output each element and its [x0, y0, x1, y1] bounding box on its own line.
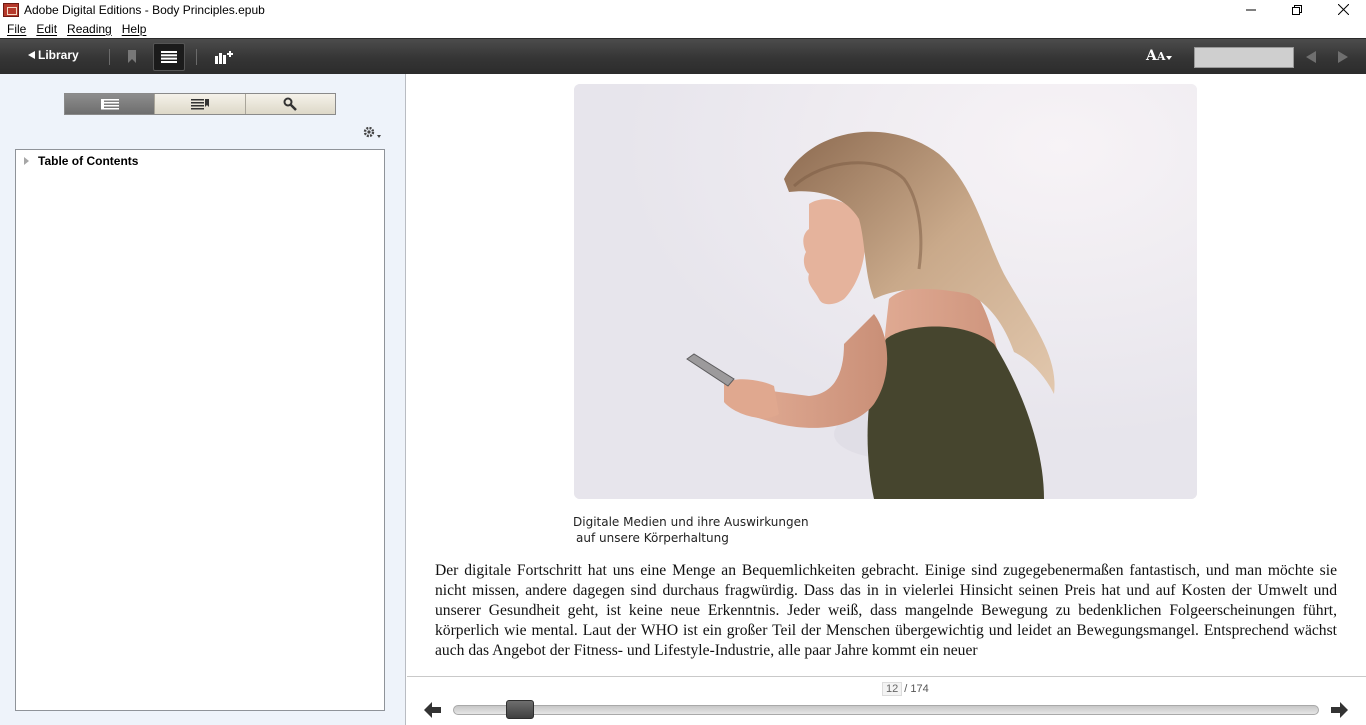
- menu-reading[interactable]: Reading: [62, 22, 117, 36]
- figure-caption: Digitale Medien und ihre Auswirkungen au…: [573, 514, 809, 546]
- page-slider-track[interactable]: [453, 705, 1319, 715]
- tab-bookmarks[interactable]: [155, 94, 246, 114]
- toc-list-icon: [100, 98, 119, 109]
- minimize-button[interactable]: [1228, 0, 1274, 19]
- tab-search[interactable]: [245, 94, 335, 114]
- toc-view-button[interactable]: [153, 43, 185, 71]
- library-label: Library: [38, 48, 79, 62]
- list-icon: [161, 51, 177, 63]
- search-icon: [283, 97, 298, 111]
- tab-table-of-contents[interactable]: [65, 94, 156, 114]
- bookmark-button[interactable]: [116, 43, 148, 71]
- restore-button[interactable]: [1274, 0, 1320, 19]
- previous-result-icon[interactable]: [1306, 51, 1316, 63]
- title-bar: Adobe Digital Editions - Body Principles…: [0, 0, 1366, 19]
- toc-root-item[interactable]: Table of Contents: [24, 154, 138, 168]
- menu-help[interactable]: Help: [117, 22, 152, 36]
- restore-icon: [1292, 4, 1302, 15]
- window-title: Adobe Digital Editions - Body Principles…: [24, 2, 265, 17]
- library-button[interactable]: Library: [28, 48, 79, 62]
- window-controls: [1228, 0, 1366, 19]
- gear-icon: [363, 126, 381, 138]
- app-icon: [3, 2, 19, 17]
- page-navigation-bar: 12 / 174: [407, 676, 1366, 725]
- minimize-icon: [1246, 9, 1256, 10]
- font-size-label-small: A: [1156, 50, 1166, 63]
- expand-arrow-icon[interactable]: [24, 157, 29, 165]
- back-arrow-icon: [28, 51, 35, 59]
- chevron-down-icon: [1166, 56, 1173, 60]
- page-indicator: 12 / 174: [882, 682, 929, 696]
- bookmark-icon: [128, 50, 136, 63]
- font-size-label-big: A: [1146, 48, 1157, 64]
- font-size-button[interactable]: AA: [1146, 48, 1173, 64]
- toc-tree: Table of Contents: [15, 149, 385, 711]
- menu-file[interactable]: File: [2, 22, 31, 36]
- next-result-icon[interactable]: [1338, 51, 1348, 63]
- woman-looking-at-phone-image: [574, 84, 1197, 499]
- reading-pane: Digitale Medien und ihre Auswirkungen au…: [407, 74, 1366, 676]
- menu-edit[interactable]: Edit: [31, 22, 62, 36]
- toolbar-separator: [109, 49, 110, 65]
- search-input[interactable]: [1194, 47, 1294, 68]
- caption-line-2: auf unsere Körperhaltung: [576, 531, 729, 545]
- bar-chart-add-icon: [215, 51, 233, 64]
- toolbar: Library AA: [0, 38, 1366, 74]
- add-to-collection-button[interactable]: [208, 43, 240, 71]
- next-page-icon[interactable]: [1331, 702, 1348, 718]
- current-page-field[interactable]: 12: [882, 682, 903, 696]
- sidebar-view-switcher: [64, 93, 336, 115]
- sidebar: Table of Contents: [0, 74, 406, 725]
- close-icon: [1337, 4, 1349, 15]
- toc-title: Table of Contents: [38, 154, 139, 168]
- toolbar-separator: [196, 49, 197, 65]
- caption-line-1: Digitale Medien und ihre Auswirkungen: [573, 515, 809, 529]
- book-illustration: [574, 84, 1197, 499]
- close-button[interactable]: [1320, 0, 1366, 19]
- total-pages-label: / 174: [904, 683, 929, 695]
- bookmark-list-icon: [190, 98, 209, 109]
- previous-page-icon[interactable]: [424, 702, 441, 718]
- book-paragraph: Der digitale Fortschritt hat uns eine Me…: [435, 562, 1337, 659]
- page-slider-thumb[interactable]: [506, 700, 535, 719]
- settings-button[interactable]: [362, 126, 382, 143]
- menu-bar: File Edit Reading Help: [0, 19, 1366, 38]
